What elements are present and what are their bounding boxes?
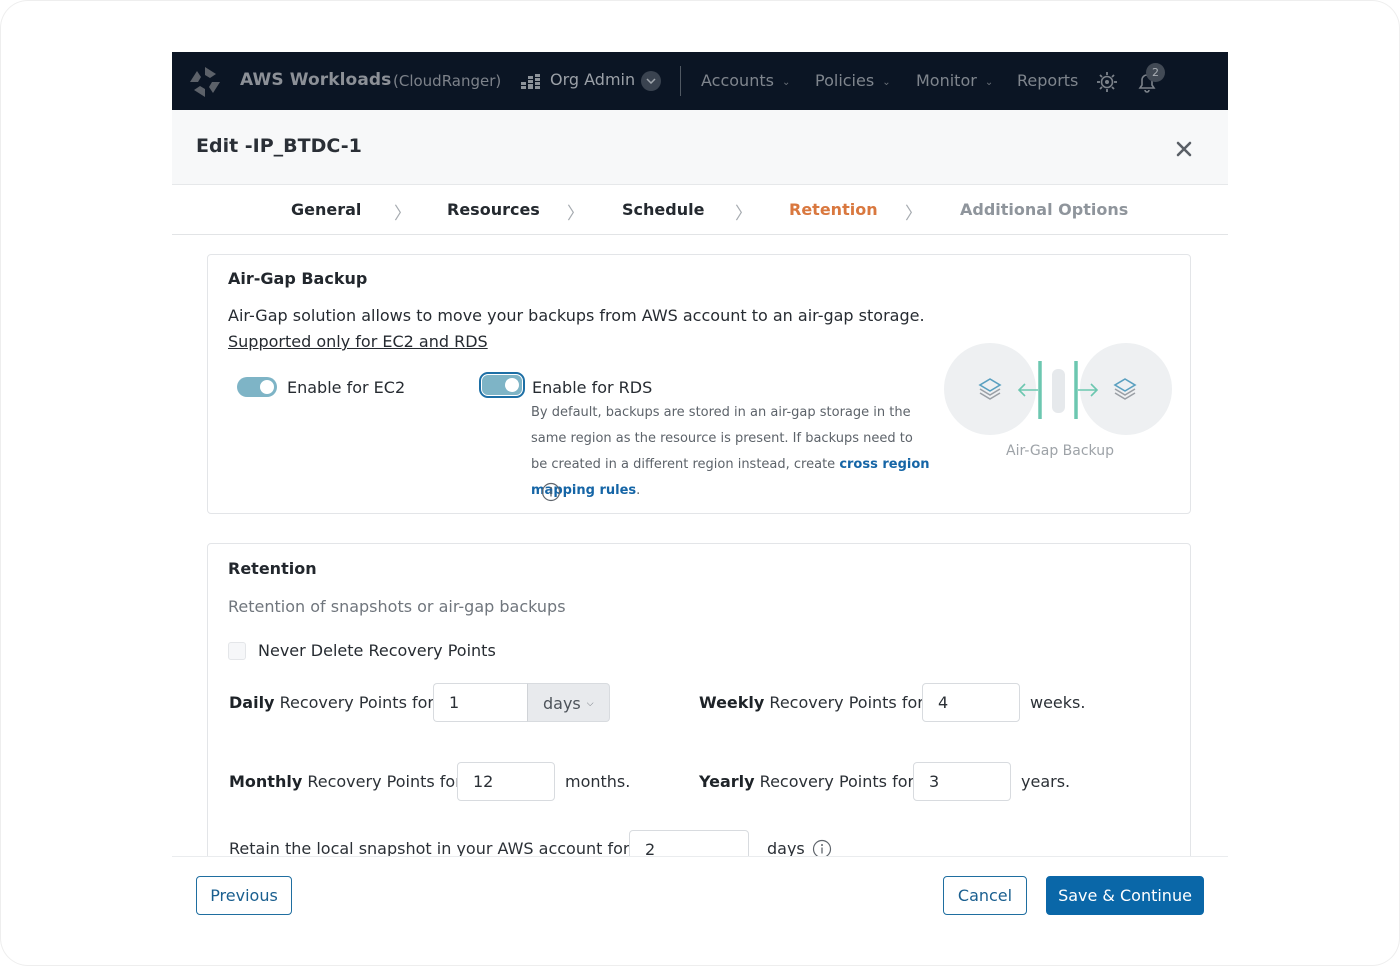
dialog-body: Air-Gap Backup Air-Gap solution allows t…: [172, 236, 1228, 856]
supported-services-link[interactable]: Supported only for EC2 and RDS: [228, 332, 488, 351]
org-selector-label[interactable]: Org Admin: [550, 70, 635, 89]
chevron-down-icon: ⌄: [882, 76, 891, 88]
rds-airgap-toggle[interactable]: [479, 372, 525, 398]
step-additional-options[interactable]: Additional Options: [960, 200, 1128, 219]
gear-icon[interactable]: [1096, 71, 1118, 93]
wizard-steps: General 〉 Resources 〉 Schedule 〉 Retenti…: [172, 185, 1228, 235]
yearly-label: Yearly Recovery Points for: [699, 772, 914, 791]
airgap-title: Air-Gap Backup: [228, 269, 368, 288]
org-building-icon: [521, 74, 540, 89]
weekly-retention-input[interactable]: 4: [922, 683, 1020, 722]
chevron-right-icon: 〉: [735, 204, 752, 224]
ec2-airgap-toggle[interactable]: [237, 377, 277, 397]
monthly-label: Monthly Recovery Points for: [229, 772, 462, 791]
nav-divider: [680, 66, 681, 96]
nav-menu-label: Accounts: [701, 71, 774, 90]
close-icon[interactable]: [1174, 139, 1194, 159]
ec2-toggle-label: Enable for EC2: [287, 378, 406, 397]
airgap-illustration: [944, 341, 1174, 441]
never-delete-label: Never Delete Recovery Points: [258, 641, 496, 660]
info-icon[interactable]: [541, 482, 561, 502]
step-general[interactable]: General: [291, 200, 361, 219]
nav-menu-reports[interactable]: Reports: [1017, 71, 1078, 90]
rds-note-end: .: [636, 483, 641, 498]
step-retention[interactable]: Retention: [789, 200, 878, 219]
chevron-right-icon: 〉: [567, 204, 584, 224]
dialog-title: Edit -IP_BTDC-1: [196, 135, 362, 157]
nav-menu-monitor[interactable]: Monitor ⌄: [916, 71, 993, 90]
weekly-unit: weeks.: [1030, 693, 1086, 712]
airgap-transfer-graphic: [978, 361, 1137, 419]
yearly-retention-input[interactable]: 3: [913, 762, 1011, 801]
org-selector-chevron-icon[interactable]: [641, 71, 661, 91]
rds-toggle-label: Enable for RDS: [532, 378, 653, 397]
step-schedule[interactable]: Schedule: [622, 200, 704, 219]
edit-policy-window: AWS Workloads (CloudRanger) Org Admin Ac…: [172, 52, 1228, 942]
monthly-label-bold: Monthly: [229, 772, 303, 791]
never-delete-checkbox[interactable]: [228, 642, 246, 660]
airgap-description: Air-Gap solution allows to move your bac…: [228, 306, 925, 325]
nav-menu-accounts[interactable]: Accounts ⌄: [701, 71, 790, 90]
retention-subtitle: Retention of snapshots or air-gap backup…: [228, 597, 566, 616]
yearly-label-text: Recovery Points for: [754, 772, 915, 791]
toggle-knob: [260, 380, 274, 394]
airgap-card: Air-Gap Backup Air-Gap solution allows t…: [207, 254, 1191, 514]
cancel-button[interactable]: Cancel: [943, 876, 1027, 915]
dialog-footer: Previous Cancel Save & Continue: [172, 856, 1228, 942]
info-icon[interactable]: [812, 839, 832, 856]
layers-icon: [1113, 378, 1137, 400]
yearly-label-bold: Yearly: [699, 772, 755, 791]
cloudranger-logo-icon[interactable]: [188, 65, 222, 99]
top-navbar: AWS Workloads (CloudRanger) Org Admin Ac…: [172, 52, 1228, 110]
chevron-down-icon: ⌵: [586, 699, 594, 709]
illustration-caption: Air-Gap Backup: [1006, 443, 1114, 459]
retention-card: Retention Retention of snapshots or air-…: [207, 543, 1191, 856]
chevron-down-icon: ⌄: [781, 76, 791, 88]
weekly-label-bold: Weekly: [699, 693, 765, 712]
nav-menu-label: Policies: [815, 71, 875, 90]
daily-label-bold: Daily: [229, 693, 275, 712]
daily-unit-value: days: [543, 694, 581, 713]
yearly-unit: years.: [1021, 772, 1071, 791]
app-brand-subtitle: (CloudRanger): [393, 72, 502, 90]
daily-retention-input[interactable]: 1: [433, 683, 529, 722]
nav-menu-policies[interactable]: Policies ⌄: [815, 71, 891, 90]
app-brand[interactable]: AWS Workloads: [240, 70, 391, 90]
local-snapshot-unit: days: [767, 839, 805, 856]
chevron-right-icon: 〉: [394, 204, 411, 224]
weekly-label-text: Recovery Points for: [764, 693, 924, 712]
rds-region-note: By default, backups are stored in an air…: [531, 400, 931, 504]
daily-label-text: Recovery Points for: [274, 693, 434, 712]
monthly-unit: months.: [565, 772, 631, 791]
toggle-knob: [505, 378, 519, 392]
dialog-header: Edit -IP_BTDC-1: [172, 110, 1228, 185]
step-resources[interactable]: Resources: [447, 200, 540, 219]
previous-button[interactable]: Previous: [196, 876, 292, 915]
weekly-label: Weekly Recovery Points for: [699, 693, 924, 712]
nav-menu-label: Reports: [1017, 71, 1079, 90]
notification-count-badge: 2: [1146, 63, 1165, 82]
save-continue-button[interactable]: Save & Continue: [1046, 876, 1204, 915]
monthly-label-text: Recovery Points for: [302, 772, 462, 791]
daily-label: Daily Recovery Points for: [229, 693, 434, 712]
monthly-retention-input[interactable]: 12: [457, 762, 555, 801]
nav-menu-label: Monitor: [916, 71, 977, 90]
local-snapshot-input[interactable]: 2: [629, 830, 749, 856]
retention-title: Retention: [228, 559, 317, 578]
chevron-right-icon: 〉: [905, 204, 922, 224]
daily-unit-select[interactable]: days ⌵: [527, 683, 610, 722]
local-snapshot-label: Retain the local snapshot in your AWS ac…: [229, 839, 630, 856]
chevron-down-icon: ⌄: [984, 76, 994, 88]
layers-icon: [978, 378, 1002, 400]
